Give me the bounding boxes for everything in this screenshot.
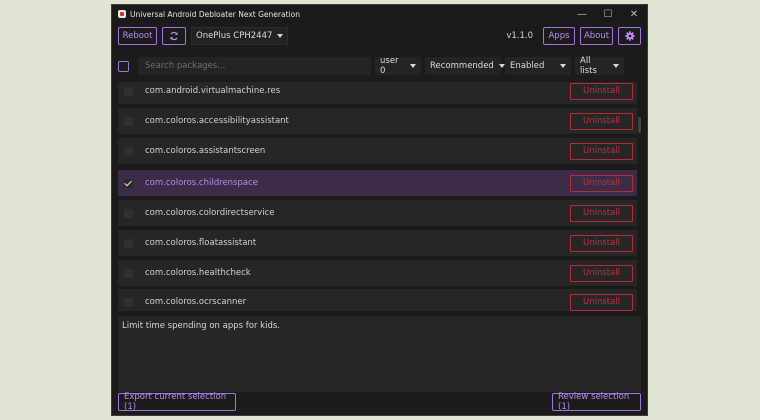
chevron-down-icon [613,64,619,68]
about-button[interactable]: About [580,27,613,45]
version-label: v1.1.0 [506,31,533,41]
settings-button[interactable] [618,27,641,45]
removal-select-value: Recommended [430,61,494,71]
package-name: com.coloros.colordirectservice [145,208,275,218]
select-all-checkbox[interactable] [118,60,129,72]
package-row[interactable]: com.coloros.ocrscanner Uninstall [118,289,637,311]
package-row[interactable]: com.coloros.assistantscreen Uninstall [118,138,637,164]
removal-select[interactable]: Recommended [425,57,505,75]
state-select[interactable]: Enabled [505,57,571,75]
package-row[interactable]: com.coloros.colordirectservice Uninstall [118,200,637,226]
package-checkbox[interactable] [124,116,133,126]
chevron-down-icon [498,64,505,68]
chevron-down-icon [560,64,566,68]
package-name: com.coloros.childrenspace [145,178,258,188]
package-row[interactable]: com.coloros.accessibilityassistant Unins… [118,108,637,134]
package-list: com.android.virtualmachine.res Uninstall… [118,82,637,311]
refresh-icon [170,31,178,41]
package-row[interactable]: com.android.virtualmachine.res Uninstall [118,82,637,104]
app-window: Universal Android Debloater Next Generat… [111,4,648,416]
device-select[interactable]: OnePlus CPH2447 [191,27,289,45]
list-select[interactable]: All lists [575,56,624,76]
reboot-button[interactable]: Reboot [118,27,157,45]
export-selection-button[interactable]: Export current selection (1) [118,392,236,412]
state-select-value: Enabled [510,61,545,71]
user-select-value: user 0 [380,56,399,76]
user-select[interactable]: user 0 [375,56,421,76]
device-name: OnePlus CPH2447 [196,31,273,41]
description-text: Limit time spending on apps for kids. [122,321,280,331]
app-logo-icon [118,10,126,18]
uninstall-button[interactable]: Uninstall [570,293,633,311]
refresh-button[interactable] [162,27,186,45]
package-name: com.android.virtualmachine.res [145,86,281,96]
filter-bar: Search packages... user 0 Recommended En… [118,56,635,76]
list-select-value: All lists [580,56,597,76]
gear-icon [624,31,635,41]
package-checkbox[interactable] [124,297,133,307]
chevron-down-icon [410,64,416,68]
package-checkbox[interactable] [124,238,133,248]
maximize-icon[interactable]: ☐ [595,5,621,23]
search-input[interactable]: Search packages... [138,57,371,75]
package-checkbox[interactable] [124,268,133,278]
review-selection-button[interactable]: Review selection (1) [552,392,641,412]
package-row[interactable]: com.coloros.healthcheck Uninstall [118,260,637,286]
toolbar: Reboot OnePlus CPH2447 v1.1.0 Apps About [118,26,641,46]
package-name: com.coloros.accessibilityassistant [145,116,289,126]
package-name: com.coloros.ocrscanner [145,297,247,307]
apps-button[interactable]: Apps [543,27,575,45]
package-checkbox[interactable] [124,146,133,156]
uninstall-button[interactable]: Uninstall [570,112,633,130]
title-bar: Universal Android Debloater Next Generat… [112,5,647,23]
uninstall-button[interactable]: Uninstall [570,264,633,282]
uninstall-button[interactable]: Uninstall [570,142,633,160]
close-icon[interactable]: ✕ [621,5,647,23]
uninstall-button[interactable]: Uninstall [570,204,633,222]
uninstall-button[interactable]: Uninstall [570,234,633,252]
uninstall-button[interactable]: Uninstall [570,82,633,100]
package-name: com.coloros.healthcheck [145,268,251,278]
uninstall-button[interactable]: Uninstall [570,174,633,192]
window-title: Universal Android Debloater Next Generat… [130,9,300,19]
package-checkbox[interactable] [124,208,133,218]
minimize-icon[interactable]: — [569,5,595,23]
package-name: com.coloros.assistantscreen [145,146,266,156]
package-description: Limit time spending on apps for kids. [118,316,641,392]
package-row[interactable]: com.coloros.floatassistant Uninstall [118,230,637,256]
package-checkbox-checked[interactable] [124,178,133,188]
list-scrollbar[interactable] [638,117,641,133]
package-name: com.coloros.floatassistant [145,238,257,248]
chevron-down-icon [277,34,284,38]
package-checkbox[interactable] [124,86,133,96]
package-row-selected[interactable]: com.coloros.childrenspace Uninstall [118,170,637,196]
